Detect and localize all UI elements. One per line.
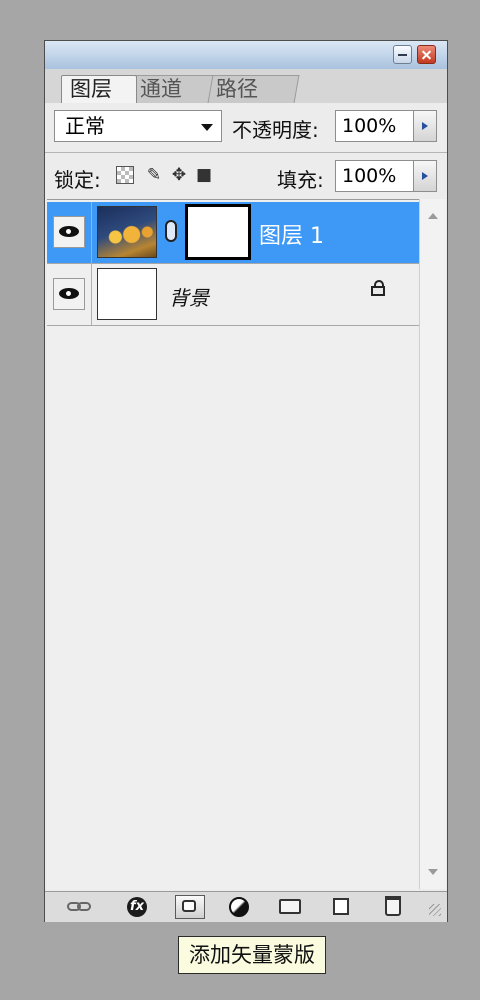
lock-icon xyxy=(371,280,385,296)
layer-thumbnail[interactable] xyxy=(97,268,157,320)
visibility-toggle[interactable] xyxy=(53,278,85,310)
visibility-cell xyxy=(47,264,92,325)
add-mask-button[interactable] xyxy=(175,895,205,919)
visibility-cell xyxy=(47,202,92,263)
lock-label: 锁定: xyxy=(54,168,101,192)
layer-style-icon[interactable]: fx xyxy=(127,897,147,917)
tab-paths[interactable]: 路径 xyxy=(204,75,300,103)
blend-mode-select[interactable]: 正常 xyxy=(54,110,222,142)
blend-opacity-row: 正常 不透明度: 100% xyxy=(45,103,447,151)
lock-transparent-pixels-icon[interactable] xyxy=(116,166,134,184)
scroll-up-icon[interactable] xyxy=(428,213,438,219)
eye-icon xyxy=(59,288,79,299)
minimize-button[interactable] xyxy=(393,45,412,64)
brush-icon[interactable]: ✎ xyxy=(144,165,164,185)
layer-name[interactable]: 背景 xyxy=(169,282,209,311)
link-icon[interactable] xyxy=(165,220,177,242)
fill-slider-button[interactable] xyxy=(413,160,437,192)
scroll-down-icon[interactable] xyxy=(428,869,438,875)
folder-icon[interactable] xyxy=(279,899,301,914)
layers-list: 图层 1 背景 xyxy=(47,199,419,890)
eye-icon xyxy=(59,226,79,237)
opacity-slider-button[interactable] xyxy=(413,110,437,142)
opacity-label: 不透明度: xyxy=(232,118,319,142)
blend-mode-value: 正常 xyxy=(65,114,105,138)
resize-grip[interactable] xyxy=(429,904,441,916)
layer-row[interactable]: 图层 1 xyxy=(47,202,419,264)
chevron-down-icon xyxy=(201,124,213,131)
mask-thumbnail[interactable] xyxy=(185,204,251,260)
layers-panel: 路径 通道 图层 正常 不透明度: 100% 锁定: ✎ ✥ ■ 填充: 100… xyxy=(44,40,448,922)
panel-bottom-bar: fx xyxy=(45,891,447,922)
tab-layers[interactable]: 图层 xyxy=(61,75,137,103)
adjustment-layer-icon[interactable] xyxy=(229,897,249,917)
trash-icon[interactable] xyxy=(385,896,401,916)
lock-all-icon[interactable]: ■ xyxy=(194,165,214,185)
opacity-field[interactable]: 100% xyxy=(335,110,417,142)
panel-titlebar[interactable] xyxy=(45,41,447,70)
new-layer-icon[interactable] xyxy=(333,898,349,915)
layer-row[interactable]: 背景 xyxy=(47,264,419,326)
lock-fill-row: 锁定: ✎ ✥ ■ 填充: 100% xyxy=(45,153,447,201)
layer-name[interactable]: 图层 1 xyxy=(259,218,324,250)
fill-field[interactable]: 100% xyxy=(335,160,417,192)
move-icon[interactable]: ✥ xyxy=(169,165,189,185)
fill-label: 填充: xyxy=(277,168,324,192)
scrollbar[interactable] xyxy=(419,199,446,889)
tab-channels[interactable]: 通道 xyxy=(128,75,214,103)
link-layers-icon[interactable] xyxy=(67,897,91,917)
tooltip: 添加矢量蒙版 xyxy=(178,936,326,974)
close-button[interactable] xyxy=(417,45,436,64)
panel-tabs: 路径 通道 图层 xyxy=(45,69,447,129)
layer-thumbnail[interactable] xyxy=(97,206,157,258)
visibility-toggle[interactable] xyxy=(53,216,85,248)
